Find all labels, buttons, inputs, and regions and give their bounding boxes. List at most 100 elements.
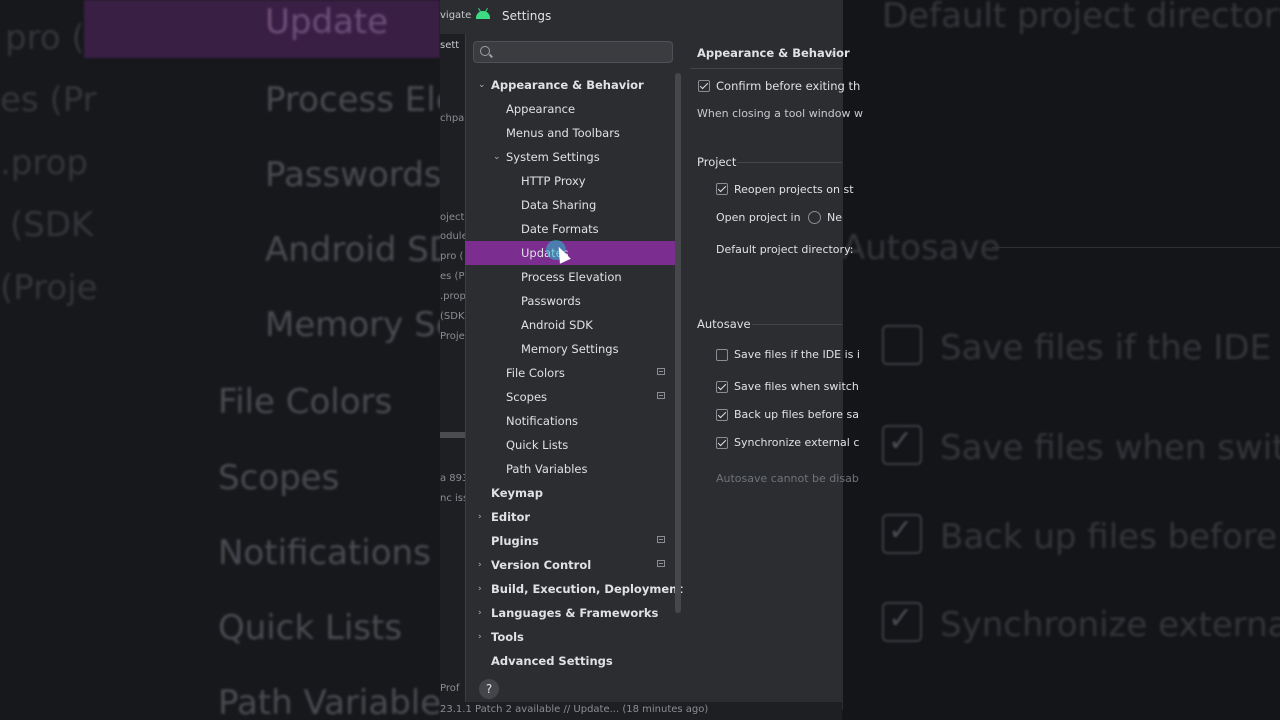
chevron-right-icon[interactable]: ›: [478, 625, 482, 649]
bg-tree-item: Path Variables: [218, 683, 459, 720]
tree-selection-highlight: [465, 241, 680, 265]
tree-item-notifications[interactable]: Notifications: [506, 409, 578, 433]
reopen-projects-label: Reopen projects on st: [734, 183, 854, 196]
bg-tree-item: Scopes: [218, 458, 340, 498]
tree-item-scopes[interactable]: Scopes: [506, 385, 547, 409]
bg-right-text: Default project directory:: [882, 0, 1280, 36]
sync-label: Synchronize external c: [734, 436, 860, 449]
bg-right-text: Synchronize external c: [940, 605, 1280, 645]
tree-item-date-formats[interactable]: Date Formats: [521, 217, 599, 241]
project-level-icon: [657, 536, 665, 543]
bg-tree-item: Android SD: [265, 230, 456, 270]
header-divider: [690, 68, 842, 69]
chevron-right-icon[interactable]: ›: [478, 601, 482, 625]
ide-fragment: pro (: [440, 251, 464, 262]
tree-item-system-settings[interactable]: System Settings: [506, 145, 600, 169]
ide-fragment: oject: [440, 212, 465, 223]
bg-fragment: (Proje: [0, 268, 98, 308]
project-level-icon: [657, 560, 665, 567]
project-section-header: Project: [697, 155, 737, 169]
settings-fragment: sett: [440, 40, 460, 51]
tree-item-android-sdk[interactable]: Android SDK: [521, 313, 593, 337]
chevron-down-icon[interactable]: ⌄: [478, 73, 486, 97]
menu-fragment-navigate: vigate: [440, 10, 472, 21]
save-switch-checkbox[interactable]: [716, 381, 728, 393]
project-level-icon: [657, 392, 665, 399]
ide-fragment: (SDK: [440, 311, 465, 322]
ide-fragment: nc issu: [440, 493, 465, 504]
bg-right-text: Autosave: [842, 228, 1001, 268]
tree-item-data-sharing[interactable]: Data Sharing: [521, 193, 596, 217]
open-new-window-label: Ne: [827, 211, 842, 224]
chevron-right-icon[interactable]: ›: [478, 553, 482, 577]
bg-fragment: pro (: [5, 18, 85, 58]
tree-item-version-control[interactable]: Version Control: [491, 553, 591, 577]
section-divider: [737, 162, 842, 163]
tree-item-advanced-settings[interactable]: Advanced Settings: [491, 649, 613, 673]
open-new-window-radio[interactable]: [808, 211, 821, 224]
bg-fragment: .prop: [0, 143, 89, 183]
bg-right-panel: Default project directory: Autosave Save…: [842, 0, 1280, 720]
chevron-right-icon[interactable]: ›: [478, 577, 482, 601]
bg-tree-item: Process Ele: [265, 80, 457, 120]
bg-right-text: Back up files before sa: [940, 517, 1280, 557]
tree-item-memory-settings[interactable]: Memory Settings: [521, 337, 619, 361]
save-idle-checkbox[interactable]: [716, 349, 728, 361]
bg-right-text: Save files when switch: [940, 428, 1280, 468]
ide-status-bar: 23.1.1 Patch 2 available // Update... (1…: [440, 702, 842, 720]
save-switch-label: Save files when switch: [734, 380, 859, 393]
bg-check-icon: ✓: [888, 424, 914, 459]
tree-item-plugins[interactable]: Plugins: [491, 529, 539, 553]
project-level-icon: [657, 368, 665, 375]
confirm-exit-checkbox[interactable]: [698, 80, 710, 92]
search-input[interactable]: [473, 41, 673, 63]
dialog-title: Settings: [502, 9, 552, 23]
ide-fragment: Prof: [440, 683, 460, 694]
tree-item-build[interactable]: Build, Execution, Deployment: [491, 577, 683, 601]
closing-tool-label: When closing a tool window w: [697, 107, 863, 120]
bg-tree-item: Quick Lists: [218, 608, 403, 648]
tree-item-path-variables[interactable]: Path Variables: [506, 457, 587, 481]
tree-item-tools[interactable]: Tools: [491, 625, 524, 649]
chevron-down-icon[interactable]: ⌄: [493, 145, 501, 169]
tree-item-appearance[interactable]: Appearance: [506, 97, 575, 121]
tree-item-process-elevation[interactable]: Process Elevation: [521, 265, 622, 289]
sync-checkbox[interactable]: [716, 437, 728, 449]
tree-item-http-proxy[interactable]: HTTP Proxy: [521, 169, 586, 193]
help-button[interactable]: ?: [479, 679, 499, 699]
section-divider: [752, 324, 842, 325]
tree-item-keymap[interactable]: Keymap: [491, 481, 543, 505]
android-icon: [476, 11, 490, 19]
ide-fragment: odule: [440, 231, 465, 242]
status-text: 23.1.1 Patch 2 available // Update... (1…: [440, 704, 709, 715]
breadcrumb[interactable]: Appearance & Behavior: [697, 46, 850, 60]
save-idle-label: Save files if the IDE is i: [734, 348, 860, 361]
chevron-right-icon[interactable]: ›: [478, 505, 482, 529]
tree-item-passwords[interactable]: Passwords: [521, 289, 581, 313]
tree-scrollbar[interactable]: [675, 73, 681, 613]
dialog-titlebar: [440, 0, 842, 34]
bg-tree-item: Notifications: [218, 533, 431, 573]
tree-item-file-colors[interactable]: File Colors: [506, 361, 565, 385]
ide-fragment: chpa: [440, 113, 465, 124]
tree-item-appearance-behavior[interactable]: Appearance & Behavior: [491, 73, 644, 97]
ide-scrollbar: [440, 432, 465, 438]
default-dir-label: Default project directory:: [716, 243, 854, 256]
autosave-note: Autosave cannot be disab: [716, 472, 859, 485]
bg-tree-item: Update: [265, 2, 389, 42]
open-project-in-label: Open project in: [716, 211, 801, 224]
bg-checkbox: [882, 325, 922, 365]
tree-item-menus-toolbars[interactable]: Menus and Toolbars: [506, 121, 620, 145]
tree-item-quick-lists[interactable]: Quick Lists: [506, 433, 568, 457]
breadcrumb-separator: ›: [830, 46, 835, 60]
tree-item-editor[interactable]: Editor: [491, 505, 530, 529]
bg-fragment: es (Pr: [0, 80, 97, 120]
tree-item-languages[interactable]: Languages & Frameworks: [491, 601, 658, 625]
ide-fragment: a 893: [440, 473, 465, 484]
bg-fragment: (SDK: [10, 205, 94, 245]
backup-checkbox[interactable]: [716, 409, 728, 421]
ide-background-strip: chpa oject odule pro ( es (Pr .prop (SDK…: [440, 0, 465, 720]
bg-left-panel: pro ( es (Pr .prop (SDK (Proje Update Pr…: [0, 0, 459, 720]
ide-fragment: Proje: [440, 331, 465, 342]
reopen-projects-checkbox[interactable]: [716, 183, 728, 195]
